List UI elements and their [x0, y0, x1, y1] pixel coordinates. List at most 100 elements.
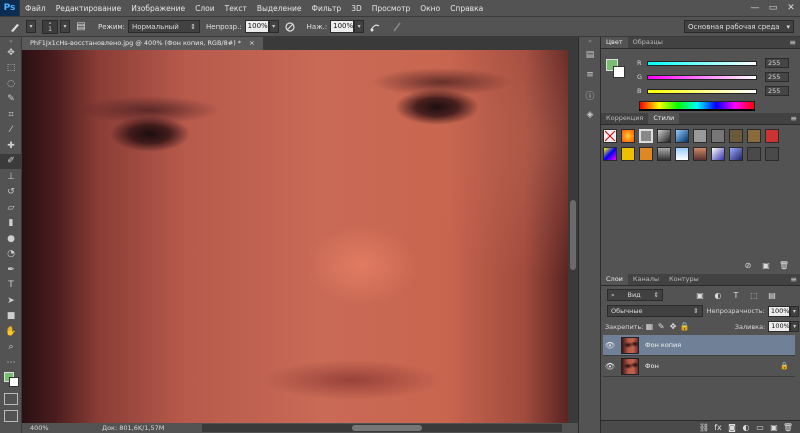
move-tool-icon[interactable]: ✥	[0, 45, 22, 61]
lock-position-icon[interactable]: ✥	[667, 322, 679, 331]
pressure-opacity-icon[interactable]	[283, 20, 297, 34]
tab-paths[interactable]: Контуры	[664, 274, 704, 285]
color-bg-swatch[interactable]	[613, 66, 625, 78]
more-tools-icon[interactable]: ⋯	[0, 355, 22, 371]
filter-adjustment-icon[interactable]: ◐	[711, 291, 725, 300]
type-tool-icon[interactable]: T	[0, 278, 22, 294]
style-swatch[interactable]	[729, 129, 743, 143]
mode-select[interactable]: Нормальный ⇕	[128, 20, 201, 33]
path-select-tool-icon[interactable]: ➤	[0, 293, 22, 309]
style-swatch[interactable]	[657, 147, 671, 161]
panel-menu-icon[interactable]: ≡	[789, 37, 796, 48]
style-swatch[interactable]	[747, 147, 761, 161]
blur-tool-icon[interactable]: ●	[0, 231, 22, 247]
marquee-tool-icon[interactable]: ⬚	[0, 61, 22, 77]
color-spectrum-black[interactable]	[639, 109, 755, 111]
filter-type-icon[interactable]: T	[729, 291, 743, 300]
layer-row[interactable]: 👁 Фон 🔒	[603, 356, 795, 377]
style-swatch[interactable]	[693, 129, 707, 143]
panel-grip-icon[interactable]: »	[0, 37, 22, 45]
style-swatch[interactable]	[747, 129, 761, 143]
lock-transparent-icon[interactable]: ▦	[643, 322, 655, 331]
menu-filter[interactable]: Фильтр	[307, 4, 347, 13]
style-swatch[interactable]	[639, 147, 653, 161]
style-swatch[interactable]	[639, 129, 653, 143]
shape-tool-icon[interactable]: ■	[0, 309, 22, 325]
adjustment-layer-icon[interactable]: ◐	[739, 423, 753, 432]
clone-stamp-tool-icon[interactable]: ⊥	[0, 169, 22, 185]
close-tab-icon[interactable]: ×	[249, 39, 254, 47]
eye-icon[interactable]: 👁	[603, 341, 617, 350]
menu-image[interactable]: Изображение	[126, 4, 190, 13]
eraser-tool-icon[interactable]: ▱	[0, 200, 22, 216]
filter-shape-icon[interactable]: ⬚	[747, 291, 761, 300]
style-swatch[interactable]	[621, 129, 635, 143]
style-swatch[interactable]	[693, 147, 707, 161]
image-canvas[interactable]	[22, 50, 568, 423]
red-value[interactable]: 255	[765, 58, 789, 68]
document-tab[interactable]: PhF1Jx1cHs-восстановлено.jpg @ 400% (Фон…	[22, 37, 263, 50]
delete-style-icon[interactable]: 🗑	[777, 261, 791, 270]
layer-filter-select[interactable]: ⌕ Вид ⇕	[607, 289, 663, 301]
eye-icon[interactable]: 👁	[603, 362, 617, 371]
style-swatch[interactable]	[603, 147, 617, 161]
red-slider[interactable]	[647, 60, 757, 66]
fill-dropdown[interactable]: ▾	[790, 321, 800, 332]
new-group-icon[interactable]: ▭	[753, 423, 767, 432]
layer-name[interactable]: Фон копия	[645, 341, 681, 349]
brush-panel-toggle-icon[interactable]: ▤	[74, 20, 88, 34]
tab-swatches[interactable]: Образцы	[628, 37, 668, 48]
minimize-button[interactable]: —	[746, 0, 764, 16]
pen-tool-icon[interactable]: ✒	[0, 262, 22, 278]
menu-window[interactable]: Окно	[415, 4, 445, 13]
zoom-level[interactable]: 400%	[22, 424, 52, 432]
pressure-size-icon[interactable]	[390, 20, 404, 34]
quick-mask-icon[interactable]	[4, 393, 18, 405]
menu-view[interactable]: Просмотр	[367, 4, 416, 13]
healing-brush-tool-icon[interactable]: ✚	[0, 138, 22, 154]
opacity-input[interactable]: 100%	[244, 20, 269, 33]
style-swatch[interactable]	[711, 147, 725, 161]
history-panel-icon[interactable]: ▤	[579, 45, 601, 65]
layer-opacity-input[interactable]: 100%	[767, 305, 790, 317]
style-swatch[interactable]	[603, 129, 617, 143]
filter-smart-icon[interactable]: ▤	[765, 291, 779, 300]
canvas-vertical-scrollbar[interactable]	[568, 50, 578, 423]
3d-panel-icon[interactable]: ◈	[579, 105, 601, 125]
tab-layers[interactable]: Слои	[601, 274, 628, 285]
history-brush-tool-icon[interactable]: ↺	[0, 185, 22, 201]
blend-mode-select[interactable]: Обычные ⇕	[607, 305, 703, 317]
layer-style-icon[interactable]: fx	[711, 423, 725, 432]
screen-mode-icon[interactable]	[4, 410, 18, 422]
menu-edit[interactable]: Редактирование	[51, 4, 126, 13]
quick-select-tool-icon[interactable]: ✎	[0, 92, 22, 108]
properties-panel-icon[interactable]: ≡	[579, 65, 601, 85]
green-slider[interactable]	[647, 74, 757, 80]
style-swatch[interactable]	[657, 129, 671, 143]
link-layers-icon[interactable]: ⛓	[697, 423, 711, 432]
canvas-hscroll-thumb[interactable]	[352, 425, 422, 431]
tab-color[interactable]: Цвет	[601, 37, 628, 48]
airbrush-icon[interactable]	[368, 20, 382, 34]
style-swatch[interactable]	[621, 147, 635, 161]
hand-tool-icon[interactable]: ✋	[0, 324, 22, 340]
new-layer-icon[interactable]: ▣	[767, 423, 781, 432]
menu-file[interactable]: Файл	[20, 4, 51, 13]
layer-opacity-dropdown[interactable]: ▾	[789, 305, 799, 317]
style-swatch[interactable]	[711, 129, 725, 143]
document-info[interactable]: Док: 801,6K/1,57M	[102, 424, 164, 432]
menu-layers[interactable]: Слои	[190, 4, 220, 13]
canvas-horizontal-scrollbar[interactable]	[202, 424, 562, 432]
dodge-tool-icon[interactable]: ◔	[0, 247, 22, 263]
style-swatch[interactable]	[675, 147, 689, 161]
opacity-dropdown[interactable]: ▾	[268, 20, 279, 33]
flow-input[interactable]: 100%	[330, 20, 355, 33]
info-panel-icon[interactable]: ⓘ	[579, 85, 601, 105]
flow-dropdown[interactable]: ▾	[354, 20, 365, 33]
style-swatch[interactable]	[765, 129, 779, 143]
dock-collapse-icon[interactable]: «	[579, 37, 601, 45]
lock-pixels-icon[interactable]: ✎	[655, 322, 667, 331]
brush-tool-icon[interactable]: ✐	[0, 153, 22, 169]
tool-preset-dropdown[interactable]: ▾	[26, 20, 36, 33]
background-color-swatch[interactable]	[9, 377, 19, 387]
